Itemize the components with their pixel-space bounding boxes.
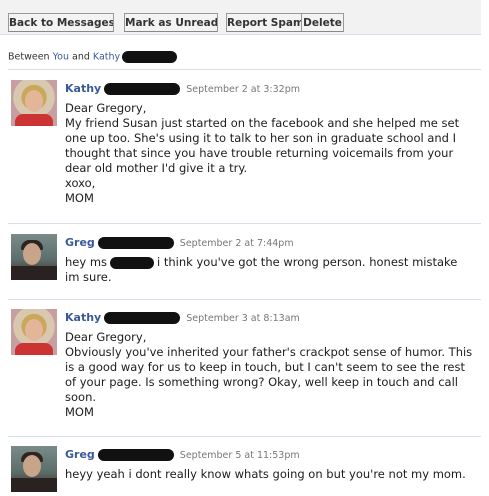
message-date: September 2 at 3:32pm bbox=[186, 84, 300, 95]
message-line: hey ms i think you've got the wrong perso… bbox=[65, 255, 473, 285]
avatar[interactable] bbox=[11, 80, 57, 126]
message-line: My friend Susan just started on the face… bbox=[65, 116, 460, 175]
message-line: xoxo, bbox=[65, 176, 96, 190]
redacted-name bbox=[97, 237, 174, 249]
message-body: Dear Gregory, Obviously you've inherited… bbox=[65, 330, 473, 420]
message-date: September 3 at 8:13am bbox=[186, 313, 300, 324]
message-line: heyy yeah i dont really know whats going… bbox=[65, 467, 466, 481]
back-to-messages-button[interactable]: Back to Messages bbox=[8, 13, 114, 32]
message-item: Greg September 2 at 7:44pm hey ms i think … bbox=[8, 224, 481, 300]
message-header: Kathy September 3 at 8:13am bbox=[65, 311, 300, 324]
redacted-name bbox=[104, 312, 181, 324]
mark-as-unread-button[interactable]: Mark as Unread bbox=[124, 13, 218, 32]
message-line: MOM bbox=[65, 405, 94, 419]
avatar[interactable] bbox=[11, 234, 57, 280]
report-spam-button[interactable]: Report Spam bbox=[226, 13, 302, 32]
message-date: September 5 at 11:53pm bbox=[179, 450, 300, 461]
message-line: Obviously you've inherited your father's… bbox=[65, 345, 473, 404]
message-line: Dear Gregory, bbox=[65, 101, 147, 115]
participants-line: Between You and Kathy bbox=[8, 51, 481, 70]
participant-kathy-link[interactable]: Kathy bbox=[93, 52, 120, 63]
redacted-name bbox=[122, 51, 178, 63]
redacted-name bbox=[104, 83, 181, 95]
message-date: September 2 at 7:44pm bbox=[179, 238, 294, 249]
message-body: Dear Gregory, My friend Susan just start… bbox=[65, 101, 473, 206]
message-item: Kathy September 3 at 8:13am Dear Gregory,… bbox=[8, 300, 481, 437]
message-line: Dear Gregory, bbox=[65, 330, 147, 344]
author-link[interactable]: Kathy bbox=[65, 311, 101, 324]
delete-button[interactable]: Delete bbox=[301, 13, 344, 32]
redacted-name bbox=[97, 449, 174, 461]
message-body: hey ms i think you've got the wrong perso… bbox=[65, 255, 473, 285]
message-header: Greg September 5 at 11:53pm bbox=[65, 448, 300, 461]
message-item: Greg September 5 at 11:53pm heyy yeah i d… bbox=[8, 437, 481, 496]
avatar[interactable] bbox=[11, 309, 57, 355]
message-header: Kathy September 2 at 3:32pm bbox=[65, 82, 300, 95]
redacted-name bbox=[110, 256, 155, 269]
message-toolbar: Back to Messages Mark as Unread Report S… bbox=[0, 0, 481, 35]
message-header: Greg September 2 at 7:44pm bbox=[65, 236, 294, 249]
author-link[interactable]: Greg bbox=[65, 448, 95, 461]
author-link[interactable]: Kathy bbox=[65, 82, 101, 95]
author-link[interactable]: Greg bbox=[65, 236, 95, 249]
participant-you-link[interactable]: You bbox=[53, 52, 69, 63]
message-line: MOM bbox=[65, 191, 94, 205]
message-text: hey ms bbox=[65, 255, 108, 269]
message-body: heyy yeah i dont really know whats going… bbox=[65, 467, 473, 482]
avatar[interactable] bbox=[11, 446, 57, 492]
and-label: and bbox=[72, 51, 90, 63]
message-item: Kathy September 2 at 3:32pm Dear Gregory,… bbox=[8, 72, 481, 224]
between-label: Between bbox=[8, 51, 50, 63]
